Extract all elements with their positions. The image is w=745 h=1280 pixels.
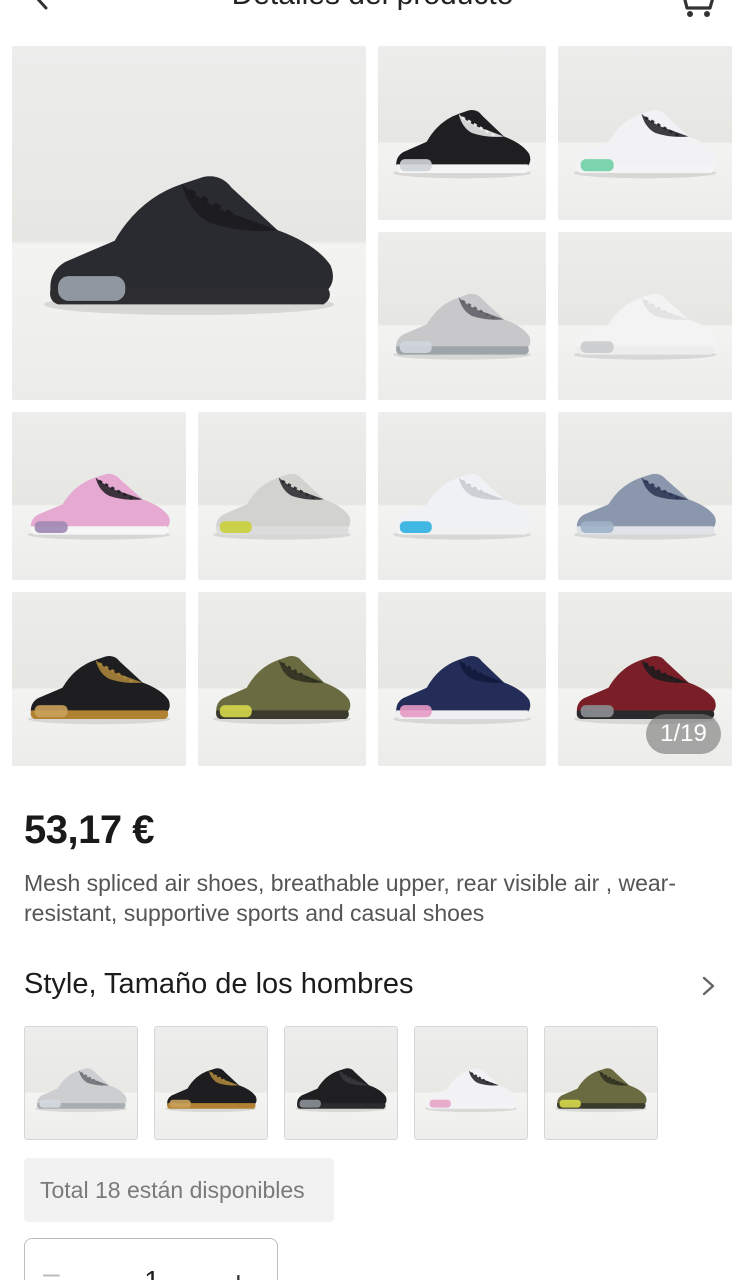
chevron-right-icon (702, 976, 715, 996)
sneaker-image (573, 110, 717, 179)
sneaker-image (213, 473, 351, 540)
sneaker-image (165, 1068, 257, 1113)
sneaker-image (393, 473, 531, 540)
style-size-selector[interactable]: Style, Tamaño de los hombres (0, 960, 745, 1016)
style-selector-title: Style, Tamaño de los hombres (24, 968, 414, 1000)
stock-availability: Total 18 están disponibles (24, 1158, 334, 1222)
product-image-gallery[interactable]: 1/19 (0, 0, 745, 780)
decrease-quantity-button[interactable]: – (43, 1257, 60, 1280)
gallery-image[interactable] (558, 46, 732, 220)
gallery-image[interactable] (558, 412, 732, 580)
quantity-value: 1 (135, 1265, 169, 1280)
gallery-image[interactable] (378, 46, 546, 220)
sneaker-image (27, 656, 171, 725)
sneaker-image (393, 293, 531, 360)
gallery-image[interactable] (198, 592, 366, 766)
gallery-image-main[interactable] (12, 46, 366, 400)
style-variant-option[interactable] (414, 1026, 528, 1140)
gallery-image[interactable] (378, 232, 546, 400)
sneaker-image (393, 110, 531, 179)
product-description: Mesh spliced air shoes, breathable upper… (24, 870, 676, 926)
style-variant-option[interactable] (284, 1026, 398, 1140)
gallery-image[interactable] (378, 592, 546, 766)
style-variant-option[interactable] (544, 1026, 658, 1140)
image-page-counter: 1/19 (646, 714, 721, 754)
sneaker-image (213, 656, 351, 725)
sneaker-image (393, 656, 531, 725)
style-variant-option[interactable] (154, 1026, 268, 1140)
product-price: 53,17 € (24, 808, 154, 852)
sneaker-image (425, 1068, 517, 1113)
sneaker-image (573, 293, 717, 360)
increase-quantity-button[interactable]: + (229, 1265, 248, 1280)
gallery-image[interactable] (558, 232, 732, 400)
sneaker-image (35, 1068, 127, 1113)
sneaker-image (573, 473, 717, 540)
gallery-image[interactable] (378, 412, 546, 580)
sneaker-image (43, 176, 335, 316)
gallery-image[interactable] (12, 592, 186, 766)
sneaker-image (295, 1068, 387, 1113)
sneaker-image (555, 1068, 647, 1113)
style-variant-option[interactable] (24, 1026, 138, 1140)
quantity-stepper[interactable]: – 1 + (24, 1238, 278, 1280)
gallery-image[interactable] (198, 412, 366, 580)
gallery-image[interactable] (12, 412, 186, 580)
sneaker-image (27, 473, 171, 540)
